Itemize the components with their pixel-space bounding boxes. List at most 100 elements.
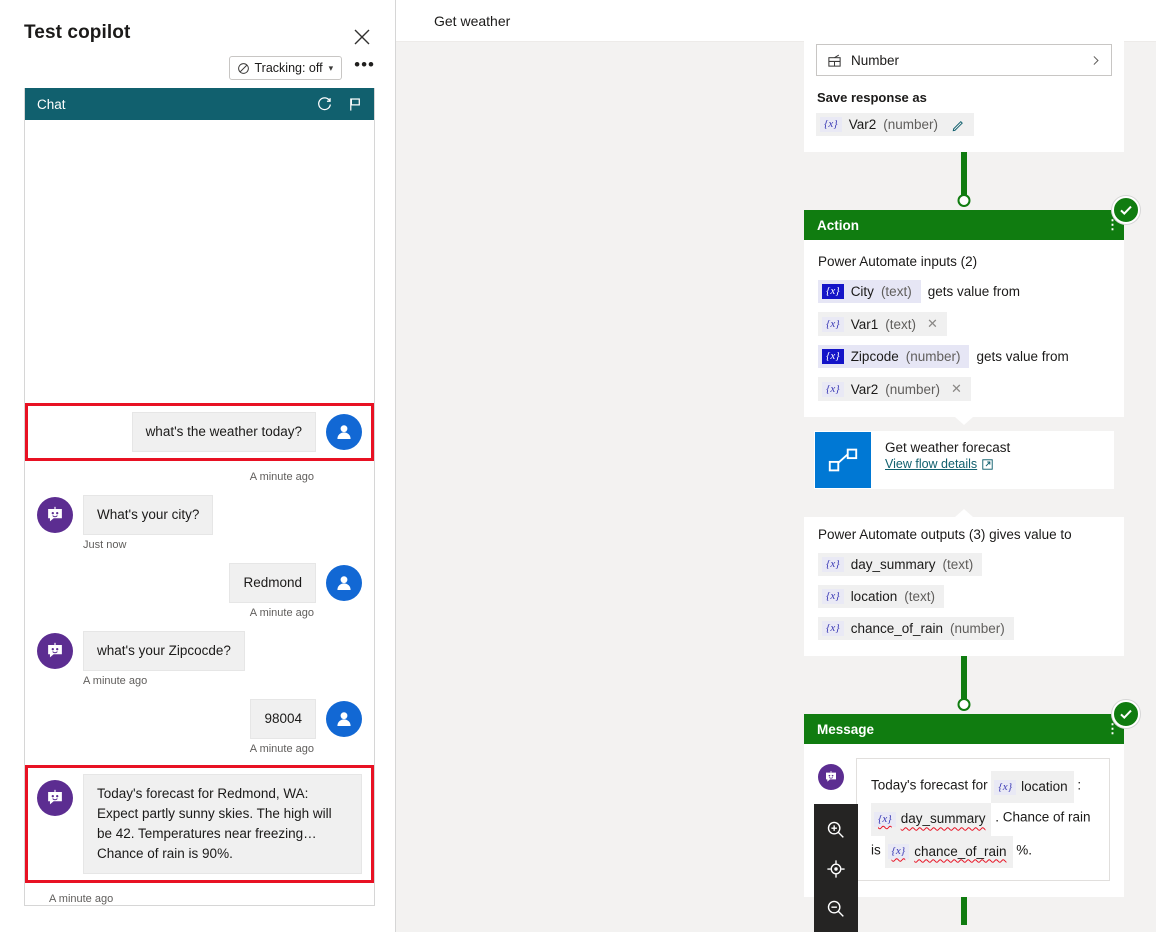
message-suffix: %. (1016, 842, 1033, 858)
output-name: chance_of_rain (850, 621, 944, 636)
variable-name: Var2 (848, 117, 877, 132)
param-type: (number) (905, 349, 961, 364)
connector-to-message (804, 656, 1124, 714)
token-label: location (1021, 779, 1068, 794)
avatar (326, 701, 362, 738)
identify-field-value: Number (851, 52, 900, 68)
action-outputs-body: Power Automate outputs (3) gives value t… (804, 517, 1124, 656)
action-node-header: Action ⋮ (804, 210, 1124, 240)
chat-message-user: what's the weather today? (37, 412, 362, 453)
close-icon[interactable] (349, 24, 375, 50)
variable-token-icon: {x} (994, 779, 1017, 795)
token-location[interactable]: {x} location (991, 771, 1074, 804)
zoom-toolbar (814, 804, 858, 932)
action-node[interactable]: Action ⋮ Power Automate inputs (2) {x} C… (804, 196, 1140, 656)
param-type: (text) (880, 284, 912, 299)
connector-node[interactable] (957, 698, 971, 711)
message-timestamp: A minute ago (249, 743, 314, 756)
message-timestamp: A minute ago (49, 893, 114, 905)
save-response-label: Save response as (817, 90, 927, 105)
view-flow-details-link[interactable]: View flow details (885, 457, 993, 471)
zoom-out-icon[interactable] (823, 896, 849, 922)
panel-header: Test copilot (0, 0, 395, 50)
close-icon[interactable]: ✕ (927, 316, 938, 332)
variable-token-icon: {x} (822, 621, 844, 636)
action-inputs-body: Power Automate inputs (2) {x} City (text… (804, 240, 1124, 417)
message-text-editor[interactable]: Today's forecast for {x} location : {x} … (856, 758, 1110, 882)
check-circle-icon (1112, 196, 1140, 224)
value-type: (text) (885, 316, 916, 332)
connector-line-tail (961, 897, 967, 926)
section-divider (804, 417, 1124, 431)
question-node-partial: Number Save response as {x} Var2 (number… (804, 30, 1124, 152)
output-type: (text) (904, 589, 935, 604)
variable-token-icon: {x} (822, 316, 844, 332)
input-value-row: {x} Var2 (number) ✕ (818, 377, 1110, 401)
message-timestamp: Just now (83, 539, 127, 552)
tracking-row: Tracking: off ▾ ••• (0, 50, 395, 80)
fit-to-screen-icon[interactable] (823, 856, 849, 882)
message-node-header: Message ⋮ (804, 714, 1124, 744)
variable-token-icon: {x} (822, 349, 844, 364)
message-bubble: 98004 (250, 699, 316, 740)
canvas-body[interactable]: Number Save response as {x} Var2 (number… (396, 30, 1156, 932)
connector-line (961, 152, 967, 200)
avatar (37, 780, 73, 817)
refresh-icon[interactable] (316, 96, 333, 113)
saved-variable-chip[interactable]: {x} Var2 (number) (816, 113, 974, 136)
tracking-label: Tracking: off (254, 61, 323, 75)
gets-value-from-label: gets value from (976, 349, 1069, 364)
input-value-chip[interactable]: {x} Var1 (text) ✕ (818, 312, 947, 336)
more-options-button[interactable]: ••• (352, 56, 377, 76)
chat-message-user: Redmond A minute ago (25, 563, 374, 619)
close-icon[interactable]: ✕ (951, 381, 962, 397)
entity-icon (828, 54, 841, 67)
chevron-right-icon (1093, 55, 1099, 65)
chat-label: Chat (37, 96, 66, 112)
flow-name: Get weather forecast (885, 440, 1011, 455)
chat-message-user: 98004 A minute ago (25, 699, 374, 755)
input-value-chip[interactable]: {x} Var2 (number) ✕ (818, 377, 971, 401)
more-vertical-icon[interactable]: ⋮ (1106, 722, 1119, 735)
flow-summary-card[interactable]: Get weather forecast View flow details (814, 431, 1114, 489)
connector-node[interactable] (957, 194, 971, 207)
input-param-row: {x} City (text) gets value from (818, 280, 1110, 303)
page-title: Test copilot (24, 22, 131, 43)
connector-to-action (804, 152, 1124, 210)
input-param-chip[interactable]: {x} City (text) (818, 280, 921, 303)
flow-card-wrap: Get weather forecast View flow details (804, 431, 1124, 503)
flow-canvas-pane: Get weather Number Save response as {x} … (396, 0, 1156, 932)
param-name: City (850, 284, 874, 299)
output-chip[interactable]: {x} chance_of_rain (number) (818, 617, 1014, 640)
message-bubble: Redmond (229, 563, 316, 604)
identify-field[interactable]: Number (816, 44, 1112, 76)
message-node-title: Message (817, 721, 875, 737)
chat-window: Chat what's the weather today? A minute … (24, 88, 375, 906)
message-bubble: Today's forecast for Redmond, WA: Expect… (83, 774, 362, 874)
avatar (326, 565, 362, 602)
output-chip[interactable]: {x} day_summary (text) (818, 553, 983, 576)
section-divider (804, 503, 1124, 517)
message-colon: : (1077, 777, 1082, 793)
token-day-summary[interactable]: {x} day_summary (871, 803, 992, 836)
variable-token-icon: {x} (822, 284, 844, 299)
variable-token-icon: {x} (822, 589, 844, 604)
more-vertical-icon[interactable]: ⋮ (1106, 218, 1119, 231)
variable-token-icon: {x} (887, 844, 910, 860)
message-bubble: what's your Zipcocde? (83, 631, 245, 672)
output-chip[interactable]: {x} location (text) (818, 585, 944, 608)
pencil-icon[interactable] (951, 118, 965, 132)
variable-token-icon: {x} (822, 381, 844, 397)
token-chance-of-rain[interactable]: {x} chance_of_rain (884, 835, 1013, 869)
message-timestamp: A minute ago (83, 675, 148, 688)
tracking-toggle[interactable]: Tracking: off ▾ (228, 56, 343, 80)
value-type: (number) (885, 381, 940, 397)
input-param-chip[interactable]: {x} Zipcode (number) (818, 345, 970, 368)
message-timestamp: A minute ago (249, 471, 314, 484)
zoom-in-icon[interactable] (823, 817, 849, 843)
message-bubble: What's your city? (83, 495, 214, 536)
chat-message-list[interactable]: what's the weather today? A minute ago W… (25, 120, 374, 905)
avatar (37, 633, 73, 670)
input-value-row: {x} Var1 (text) ✕ (818, 312, 1110, 336)
flag-icon[interactable] (347, 96, 364, 113)
